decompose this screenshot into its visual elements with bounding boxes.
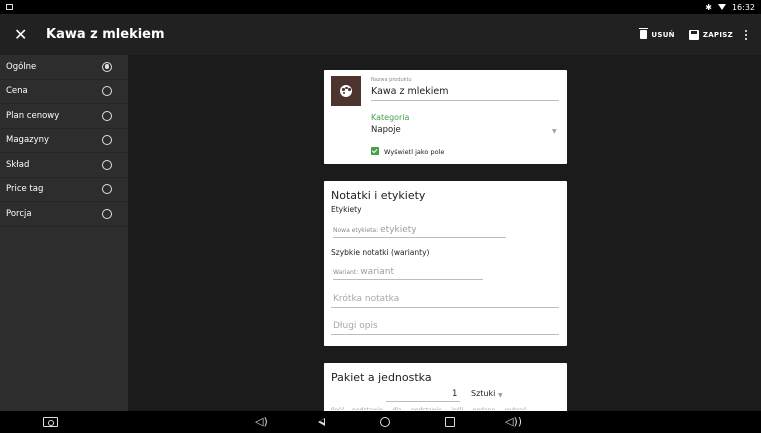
wifi-icon	[717, 4, 726, 10]
radio-unselected-icon[interactable]	[102, 135, 112, 146]
radio-unselected-icon[interactable]	[102, 208, 112, 219]
product-color-button[interactable]	[331, 76, 361, 106]
sidebar-item-ogolne[interactable]: Ogólne	[0, 55, 128, 80]
sidebar-item-label: Cena	[6, 86, 28, 97]
close-icon[interactable]: ✕	[14, 26, 42, 43]
status-bar: ✱ 16:32	[0, 0, 761, 14]
page-title: Kawa z mlekiem	[46, 27, 165, 42]
radio-unselected-icon[interactable]	[102, 159, 112, 170]
new-tag-input[interactable]: etykiety	[380, 225, 417, 235]
sidebar-item-label: Ogólne	[6, 61, 37, 72]
home-icon[interactable]	[380, 417, 390, 427]
short-note-underline	[331, 307, 559, 308]
package-card: Pakiet a jednostka 1 Sztuki ▼ Ilość... p…	[324, 363, 567, 411]
product-name-underline	[371, 100, 559, 101]
sidebar-item-plan-cenowy[interactable]: Plan cenowy	[0, 104, 128, 129]
screenshot-icon[interactable]	[43, 417, 58, 427]
show-as-field-checkbox[interactable]	[371, 147, 379, 155]
radio-selected-icon[interactable]	[102, 61, 112, 72]
main-content: Nazwa produktu Kawa z mlekiem Kategoria …	[128, 55, 761, 411]
new-tag-field[interactable]: Nowa etykieta: etykiety	[333, 225, 417, 235]
sidebar: Ogólne Cena Plan cenowy Magazyny Skład P…	[0, 55, 128, 411]
volume-down-icon[interactable]: ◁)	[255, 416, 268, 427]
variant-underline	[333, 279, 483, 280]
sidebar-item-magazyny[interactable]: Magazyny	[0, 129, 128, 153]
new-tag-label: Nowa etykieta:	[333, 227, 379, 234]
long-description-underline	[331, 334, 559, 335]
sidebar-item-label: Magazyny	[6, 135, 50, 146]
product-name-label: Nazwa produktu	[371, 77, 412, 83]
variant-field[interactable]: Wariant: wariant	[333, 267, 394, 277]
category-label: Kategoria	[371, 113, 410, 122]
product-name-input[interactable]: Kawa z mlekiem	[371, 86, 448, 97]
screenshot-notification-icon	[6, 4, 13, 10]
sidebar-item-label: Plan cenowy	[6, 110, 60, 121]
sidebar-item-cena[interactable]: Cena	[0, 80, 128, 104]
show-as-field-label: Wyświetl jako pole	[384, 148, 445, 156]
recent-apps-icon[interactable]	[445, 417, 455, 427]
system-navigation-bar: ◁) ◁))	[0, 411, 761, 433]
package-card-title: Pakiet a jednostka	[331, 371, 432, 384]
sidebar-item-label: Skład	[6, 159, 30, 170]
quick-notes-heading: Szybkie notatki (warianty)	[331, 248, 430, 257]
radio-unselected-icon[interactable]	[102, 86, 112, 97]
notes-card-title: Notatki i etykiety	[331, 189, 426, 202]
short-note-input[interactable]: Krótka notatka	[333, 294, 399, 304]
dropdown-arrow-icon[interactable]: ▼	[552, 128, 557, 135]
sidebar-item-price-tag[interactable]: Price tag	[0, 178, 128, 202]
save-button[interactable]: ZAPISZ	[688, 29, 733, 40]
variant-input[interactable]: wariant	[360, 267, 394, 277]
delete-button-label: USUŃ	[651, 30, 675, 39]
variant-label: Wariant:	[333, 269, 359, 276]
app-toolbar: ✕ Kawa z mlekiem USUŃ ZAPISZ	[0, 14, 761, 55]
more-options-icon[interactable]	[745, 29, 747, 40]
delete-button[interactable]: USUŃ	[639, 28, 675, 39]
radio-unselected-icon[interactable]	[102, 110, 112, 121]
sidebar-item-label: Porcja	[6, 208, 32, 219]
unit-select[interactable]: Sztuki	[471, 389, 495, 398]
product-card: Nazwa produktu Kawa z mlekiem Kategoria …	[324, 70, 567, 164]
sidebar-item-sklad[interactable]: Skład	[0, 153, 128, 178]
long-description-input[interactable]: Długi opis	[333, 321, 378, 331]
quantity-input[interactable]: 1	[452, 389, 457, 399]
volume-up-icon[interactable]: ◁))	[505, 416, 522, 427]
save-button-label: ZAPISZ	[702, 30, 733, 39]
new-tag-underline	[333, 237, 506, 238]
sidebar-item-porcja[interactable]: Porcja	[0, 202, 128, 227]
sidebar-item-label: Price tag	[6, 184, 44, 195]
floppy-disk-icon	[688, 29, 699, 40]
radio-unselected-icon[interactable]	[102, 184, 112, 195]
bluetooth-icon: ✱	[705, 2, 712, 12]
dropdown-arrow-icon[interactable]: ▼	[498, 392, 503, 399]
quantity-underline	[386, 401, 460, 402]
notes-card: Notatki i etykiety Etykiety Nowa etykiet…	[324, 181, 567, 346]
palette-icon	[340, 85, 352, 97]
back-icon[interactable]	[318, 418, 325, 426]
clock: 16:32	[731, 2, 755, 12]
category-select[interactable]: Napoje	[371, 125, 401, 135]
tags-heading: Etykiety	[331, 205, 362, 214]
trash-icon	[639, 28, 649, 39]
package-help-text: Ilość... podstawie ... dla ... podstawie…	[331, 407, 559, 410]
